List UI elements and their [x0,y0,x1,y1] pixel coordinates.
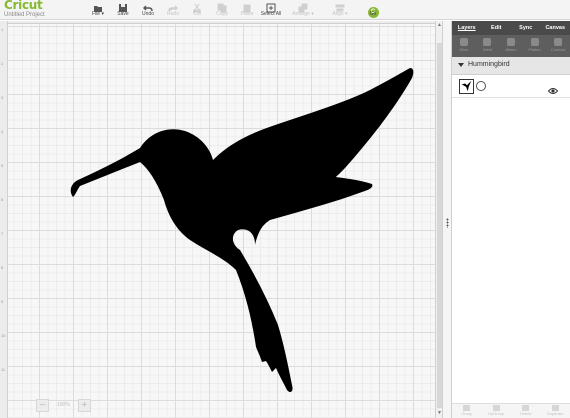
brand: Cricut Untitled Project [4,0,45,19]
scrollbar-thumb[interactable] [437,43,442,408]
zoom-out-button[interactable]: − [36,398,49,412]
collapse-triangle-icon[interactable] [458,63,464,67]
scroll-up-arrow-icon[interactable]: ▲ [436,21,443,29]
align-menu-button[interactable]: Align ▾ [325,0,355,20]
group-button[interactable]: Group [452,404,482,418]
ruler-label: 8 [1,265,4,270]
canvas-scrollbar[interactable]: ▲ ▼ [435,21,443,418]
cut-operation-icon[interactable] [476,81,486,91]
slice-icon [459,38,468,46]
contour-button[interactable]: Contour [546,35,570,57]
ruler-label: 1 [1,27,4,32]
layer-group-name: Hummingbird [468,61,510,68]
delete-button[interactable]: Delete [511,404,541,418]
layer-row[interactable] [452,76,570,98]
go-button[interactable]: C Go [358,0,388,20]
panel-resize-handle[interactable] [443,21,452,418]
ruler-label: 7 [1,231,4,236]
zoom-controls: − 100% + [36,398,91,412]
ruler-label: 9 [1,299,4,304]
layers-panel: Layers Edit Sync Canvas Slice Weld Attac… [452,21,570,418]
cricut-logo[interactable]: Cricut [4,0,45,11]
ruler-label: 5 [1,163,4,168]
ruler-label: 4 [1,129,4,134]
drag-grip-icon[interactable] [446,218,449,228]
ruler-label: 6 [1,197,4,202]
attach-icon [506,38,515,46]
design-canvas[interactable] [0,21,435,418]
weld-button[interactable]: Weld [476,35,500,57]
scroll-down-arrow-icon[interactable]: ▼ [436,409,443,417]
duplicate-button[interactable]: Duplicate [541,404,570,418]
zoom-in-button[interactable]: + [77,398,91,412]
panel-bottom-tools: Group UnGroup Delete Duplicate [452,403,570,418]
top-ruler [0,21,435,24]
tab-canvas[interactable]: Canvas [541,21,570,35]
tab-edit[interactable]: Edit [482,21,512,35]
top-toolbar: Cricut Untitled Project File ▾ Save Undo… [0,0,570,20]
left-ruler: 1 2 3 4 5 6 7 8 9 10 11 [0,21,8,418]
go-icon: C [358,0,388,18]
select-all-icon [256,0,286,13]
slice-button[interactable]: Slice [452,35,476,57]
layer-tools: Slice Weld Attach Flatten Contour [452,35,570,57]
ungroup-button[interactable]: UnGroup [482,404,512,418]
arrange-menu-button[interactable]: Arrange ▾ [288,0,318,20]
weld-icon [483,38,492,46]
flatten-button[interactable]: Flatten [523,35,547,57]
panel-tabs: Layers Edit Sync Canvas [452,21,570,35]
ruler-label: 11 [1,367,6,372]
eye-icon[interactable] [547,82,559,100]
tab-layers[interactable]: Layers [452,21,482,35]
ruler-label: 3 [1,95,4,100]
layer-group-header[interactable]: Hummingbird [452,57,570,75]
arrange-icon [288,0,318,13]
layer-thumbnail [459,79,474,94]
attach-button[interactable]: Attach [499,35,523,57]
ruler-label: 10 [1,333,6,338]
tab-sync[interactable]: Sync [511,21,541,35]
contour-icon [554,38,563,46]
flatten-icon [530,38,539,46]
project-title: Untitled Project [4,12,45,18]
zoom-level: 100% [57,402,70,408]
select-all-button[interactable]: Select All [256,0,286,20]
align-icon [325,0,355,12]
ruler-label: 2 [1,61,4,66]
